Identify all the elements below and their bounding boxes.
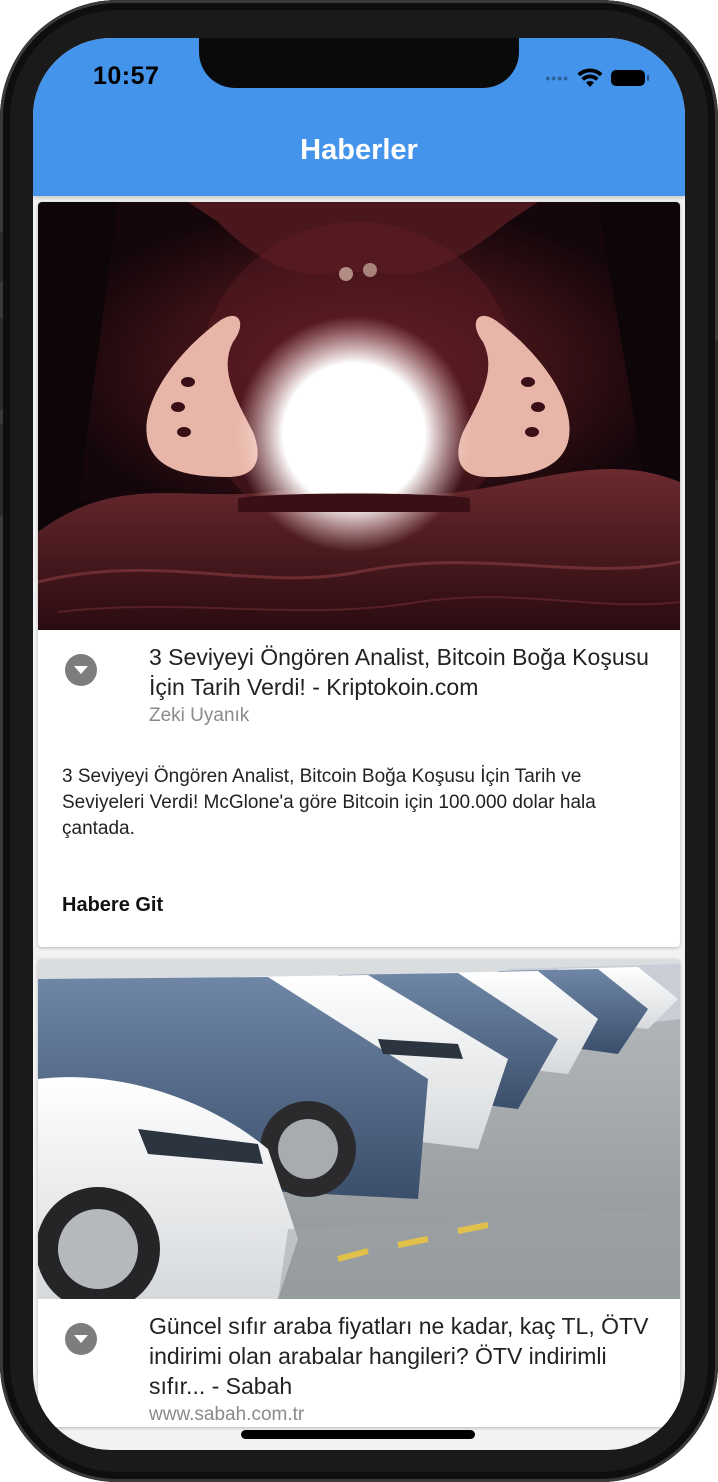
parked-cars-image bbox=[38, 959, 680, 1299]
go-to-article-button[interactable]: Habere Git bbox=[62, 894, 163, 917]
signal-icon: •••• bbox=[545, 70, 569, 86]
news-card[interactable]: Güncel sıfır araba fiyatları ne kadar, k… bbox=[38, 959, 680, 1427]
expand-arrow-icon[interactable] bbox=[65, 1323, 97, 1355]
card-header: 3 Seviyeyi Öngören Analist, Bitcoin Boğa… bbox=[38, 630, 680, 728]
news-card[interactable]: 3 Seviyeyi Öngören Analist, Bitcoin Boğa… bbox=[38, 202, 680, 947]
silent-switch bbox=[0, 232, 3, 282]
article-title: 3 Seviyeyi Öngören Analist, Bitcoin Boğa… bbox=[149, 644, 649, 700]
battery-icon bbox=[611, 70, 649, 86]
expand-arrow-icon[interactable] bbox=[65, 654, 97, 686]
article-title: Güncel sıfır araba fiyatları ne kadar, k… bbox=[149, 1313, 649, 1399]
wifi-icon bbox=[577, 68, 603, 87]
notch bbox=[199, 38, 519, 88]
home-indicator[interactable] bbox=[241, 1430, 475, 1439]
page-title: Haberler bbox=[300, 134, 418, 166]
news-feed[interactable]: 3 Seviyeyi Öngören Analist, Bitcoin Boğa… bbox=[38, 202, 680, 1439]
article-source: www.sabah.com.tr bbox=[149, 1404, 305, 1425]
volume-up-button bbox=[0, 318, 3, 410]
status-icons: •••• bbox=[545, 68, 649, 88]
status-time: 10:57 bbox=[93, 62, 160, 90]
phone-frame: 10:57 •••• Haberler 3 Seviyeyi Öngören A… bbox=[0, 0, 718, 1482]
article-description: 3 Seviyeyi Öngören Analist, Bitcoin Boğa… bbox=[62, 766, 596, 839]
volume-down-button bbox=[0, 424, 3, 516]
article-author: Zeki Uyanık bbox=[149, 705, 250, 726]
crystal-ball-image bbox=[38, 202, 680, 630]
card-header: Güncel sıfır araba fiyatları ne kadar, k… bbox=[38, 1299, 680, 1427]
screen: 10:57 •••• Haberler 3 Seviyeyi Öngören A… bbox=[33, 38, 685, 1450]
app-bar: 10:57 •••• Haberler bbox=[33, 38, 685, 196]
